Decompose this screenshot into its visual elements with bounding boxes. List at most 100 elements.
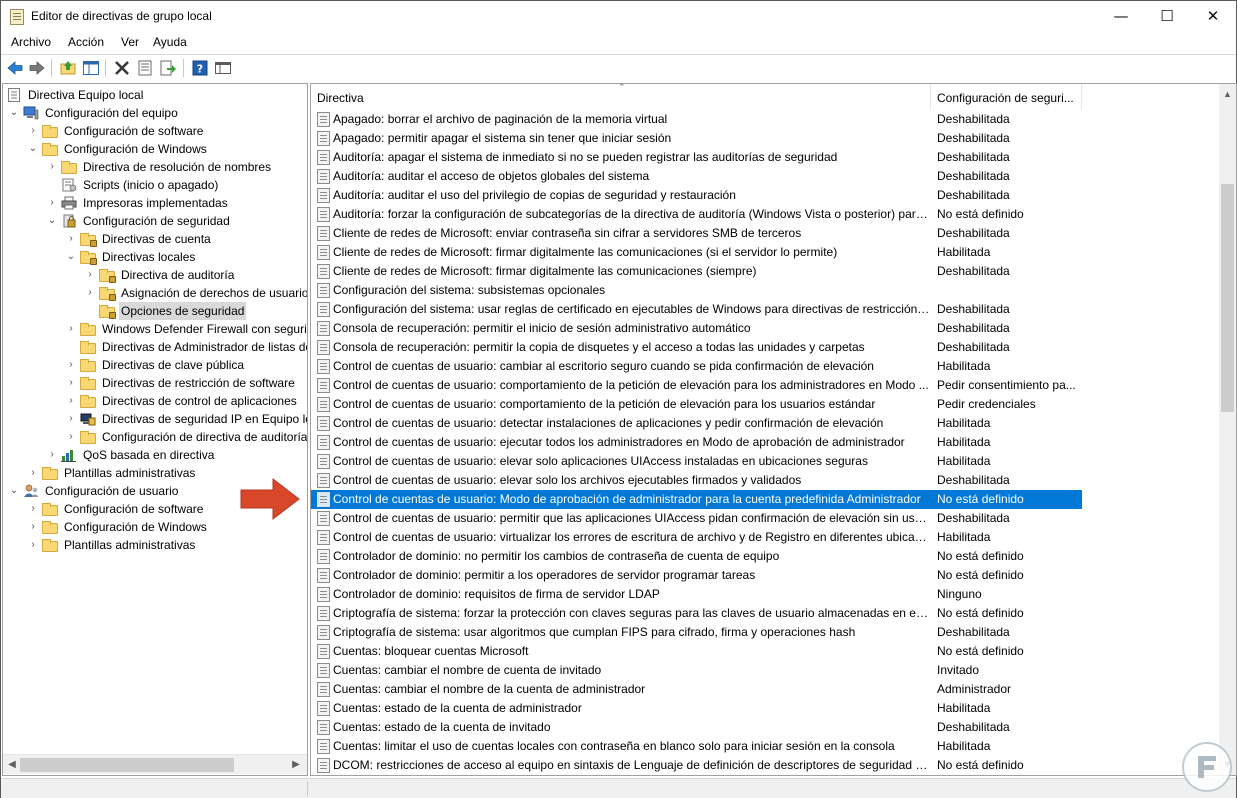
column-header-directiva[interactable]: Directiva [311,84,931,110]
tree-label: Directivas de cuenta [102,232,211,246]
policy-setting-icon [317,359,330,374]
policy-row[interactable]: Cuentas: estado de la cuenta de invitado… [311,718,1082,737]
policy-row[interactable]: Control de cuentas de usuario: ejecutar … [311,433,1082,452]
collapsed-chevron-icon[interactable]: › [47,158,57,176]
policy-row[interactable]: Cuentas: estado de la cuenta de administ… [311,699,1082,718]
forward-arrow-icon[interactable] [28,59,46,77]
expanded-chevron-icon[interactable]: ⌄ [9,104,19,122]
policy-row[interactable]: Cuentas: cambiar el nombre de la cuenta … [311,680,1082,699]
show-hide-tree-icon[interactable] [82,59,100,77]
policy-value: No está definido [937,492,1024,506]
policy-row[interactable]: Controlador de dominio: no permitir los … [311,547,1082,566]
collapsed-chevron-icon[interactable]: › [28,518,38,536]
back-arrow-icon[interactable] [6,59,24,77]
policy-row-selected[interactable]: Control de cuentas de usuario: Modo de a… [311,490,1082,509]
policy-name: Configuración del sistema: subsistemas o… [333,283,606,297]
scroll-thumb[interactable] [20,758,234,772]
collapsed-chevron-icon[interactable]: › [66,230,76,248]
policy-row[interactable]: Control de cuentas de usuario: detectar … [311,414,1082,433]
policy-row[interactable]: Cuentas: limitar el uso de cuentas local… [311,737,1082,756]
tree-label: Configuración de seguridad [83,214,230,228]
folder-icon [80,341,96,354]
menu-accion[interactable]: Acción [68,35,104,49]
policy-row[interactable]: Control de cuentas de usuario: elevar so… [311,471,1082,490]
user-icon [23,484,39,498]
collapsed-chevron-icon[interactable]: › [28,536,38,554]
policy-row[interactable]: Auditoría: auditar el uso del privilegio… [311,186,1082,205]
collapsed-chevron-icon[interactable]: › [66,374,76,392]
minimize-button[interactable]: — [1098,1,1144,32]
policy-row[interactable]: Configuración del sistema: usar reglas d… [311,300,1082,319]
scroll-right-arrow-icon[interactable]: ▶ [289,757,303,773]
policy-setting-icon [317,758,330,773]
column-header-configuracion[interactable]: Configuración de seguri... [931,84,1082,110]
policy-list-pane[interactable]: ⌃ Directiva Configuración de seguri... A… [310,83,1237,776]
policy-row[interactable]: Controlador de dominio: permitir a los o… [311,566,1082,585]
policy-row[interactable]: Auditoría: auditar el acceso de objetos … [311,167,1082,186]
horizontal-scrollbar[interactable]: ◀ ▶ [3,754,307,774]
collapsed-chevron-icon[interactable]: › [66,392,76,410]
folder-icon [42,539,58,552]
policy-row[interactable]: Apagado: permitir apagar el sistema sin … [311,129,1082,148]
policy-row[interactable]: Auditoría: forzar la configuración de su… [311,205,1082,224]
policy-row[interactable]: Consola de recuperación: permitir el ini… [311,319,1082,338]
policy-row[interactable]: Control de cuentas de usuario: permitir … [311,509,1082,528]
policy-row[interactable]: Apagado: borrar el archivo de paginación… [311,110,1082,129]
close-button[interactable]: ✕ [1190,1,1236,32]
collapsed-chevron-icon[interactable]: › [28,464,38,482]
menu-archivo[interactable]: Archivo [11,35,51,49]
policy-name: Cuentas: bloquear cuentas Microsoft [333,644,529,658]
expanded-chevron-icon[interactable]: ⌄ [28,140,38,158]
collapsed-chevron-icon[interactable]: › [85,266,95,284]
collapsed-chevron-icon[interactable]: › [66,428,76,446]
scroll-up-arrow-icon[interactable]: ▲ [1219,86,1236,103]
collapsed-chevron-icon[interactable]: › [47,194,57,212]
policy-row[interactable]: Criptografía de sistema: usar algoritmos… [311,623,1082,642]
console-view-icon[interactable] [214,59,232,77]
expanded-chevron-icon[interactable]: ⌄ [66,248,76,266]
policy-row[interactable]: Cuentas: bloquear cuentas Microsoft No es… [311,642,1082,661]
properties-icon[interactable] [136,59,154,77]
collapsed-chevron-icon[interactable]: › [28,122,38,140]
collapsed-chevron-icon[interactable]: › [47,446,57,464]
policy-row[interactable]: Cliente de redes de Microsoft: firmar di… [311,262,1082,281]
policy-setting-icon [317,492,330,507]
tree-label: Configuración de Windows [64,520,207,534]
export-list-icon[interactable] [159,59,177,77]
folder-icon [80,359,96,372]
policy-name: Cliente de redes de Microsoft: firmar di… [333,245,838,259]
policy-row[interactable]: Control de cuentas de usuario: cambiar a… [311,357,1082,376]
scroll-left-arrow-icon[interactable]: ◀ [5,757,19,773]
policy-row[interactable]: Cuentas: cambiar el nombre de cuenta de … [311,661,1082,680]
policy-row[interactable]: Cliente de redes de Microsoft: firmar di… [311,243,1082,262]
toolbar-separator [51,59,52,77]
collapsed-chevron-icon[interactable]: › [85,284,95,302]
scroll-thumb[interactable] [1221,184,1234,412]
console-tree-pane[interactable]: Directiva Equipo local ⌄ Configuración de… [2,83,308,776]
expanded-chevron-icon[interactable]: ⌄ [9,482,19,500]
help-icon[interactable]: ? [191,59,209,77]
policy-row[interactable]: Cliente de redes de Microsoft: enviar co… [311,224,1082,243]
delete-icon[interactable] [113,59,131,77]
expanded-chevron-icon[interactable]: ⌄ [47,212,57,230]
policy-row[interactable]: Control de cuentas de usuario: comportam… [311,395,1082,414]
menu-ayuda[interactable]: Ayuda [153,35,187,49]
collapsed-chevron-icon[interactable]: › [66,356,76,374]
policy-row[interactable]: Auditoría: apagar el sistema de inmediat… [311,148,1082,167]
policy-row[interactable]: Criptografía de sistema: forzar la prote… [311,604,1082,623]
vertical-scrollbar[interactable]: ▲ ▼ [1219,84,1236,775]
up-folder-icon[interactable] [59,59,77,77]
policy-row[interactable]: Controlador de dominio: requisitos de fi… [311,585,1082,604]
policy-row[interactable]: Consola de recuperación: permitir la cop… [311,338,1082,357]
collapsed-chevron-icon[interactable]: › [28,500,38,518]
collapsed-chevron-icon[interactable]: › [66,320,76,338]
maximize-button[interactable]: ☐ [1144,1,1190,32]
policy-row[interactable]: Control de cuentas de usuario: virtualiz… [311,528,1082,547]
title-bar[interactable]: Editor de directivas de grupo local — ☐ … [1,1,1236,32]
collapsed-chevron-icon[interactable]: › [66,410,76,428]
policy-row[interactable]: Control de cuentas de usuario: comportam… [311,376,1082,395]
policy-row[interactable]: Control de cuentas de usuario: elevar so… [311,452,1082,471]
policy-row[interactable]: DCOM: restricciones de acceso al equipo … [311,756,1082,775]
policy-row[interactable]: Configuración del sistema: subsistemas o… [311,281,1082,300]
menu-ver[interactable]: Ver [121,35,139,49]
